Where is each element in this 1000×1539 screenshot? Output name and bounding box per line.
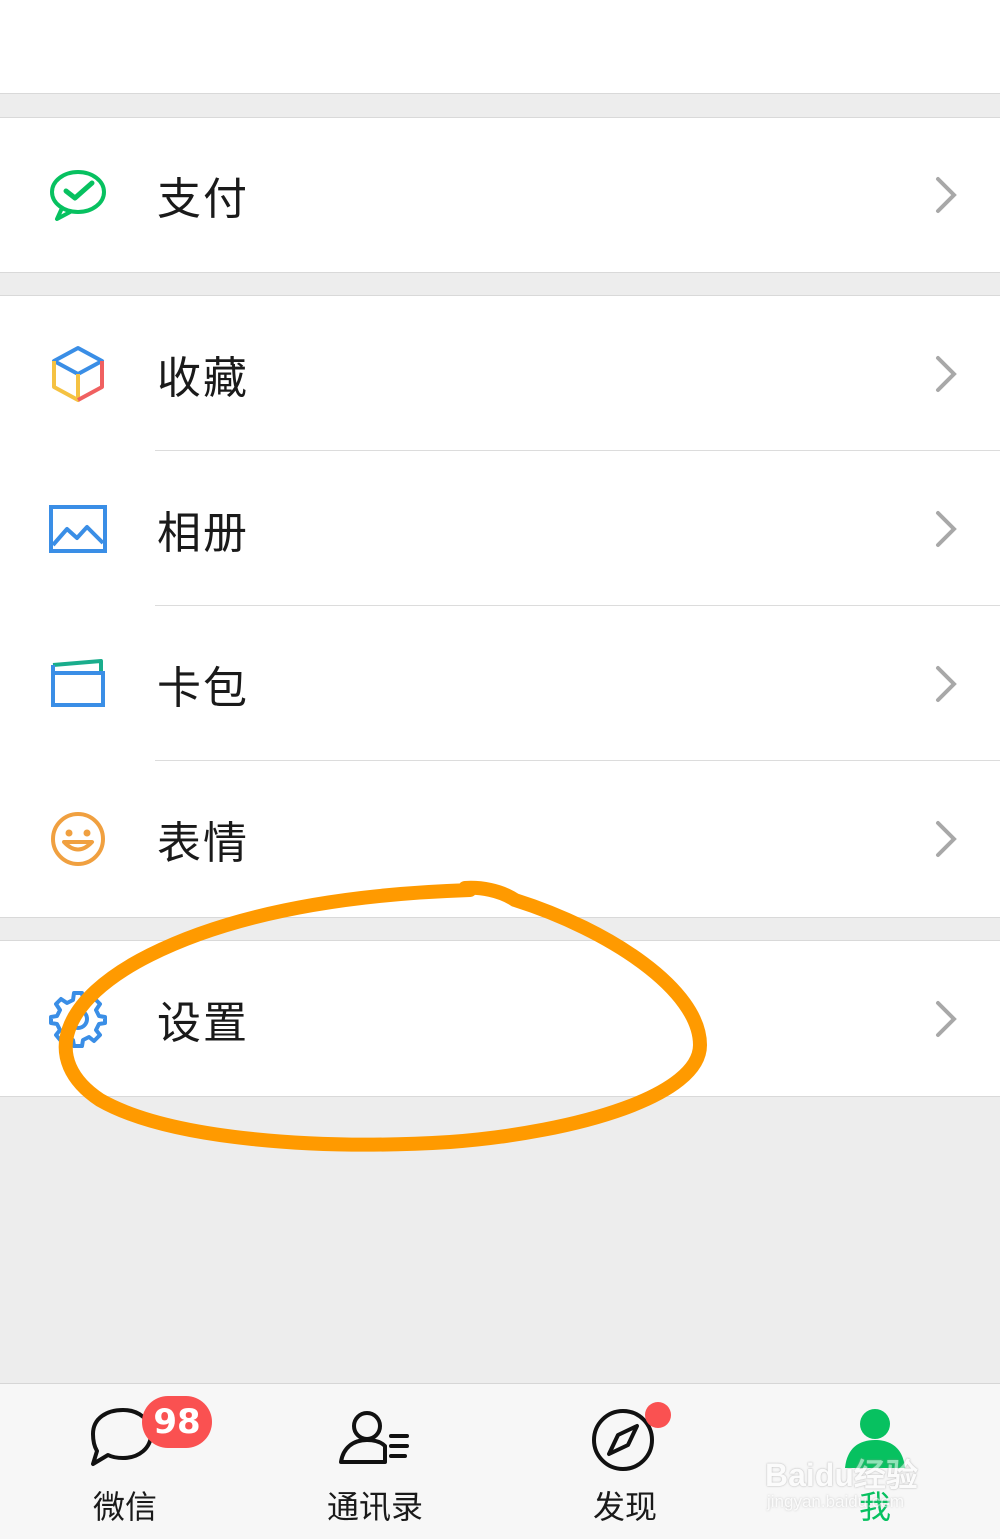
settings-group: 设置 [0, 940, 1000, 1097]
services-group: 收藏 相册 卡包 表情 [0, 295, 1000, 918]
menu-item-label: 设置 [157, 997, 249, 1049]
tab-label: 通讯录 [326, 1488, 423, 1526]
chevron-right-icon [936, 355, 957, 392]
menu-item-stickers[interactable]: 表情 [0, 761, 1000, 916]
tab-chats[interactable]: 98 微信 [0, 1384, 250, 1539]
person-icon [845, 1409, 905, 1468]
contacts-icon [339, 1411, 409, 1464]
card-wallet-icon [47, 653, 109, 715]
wechat-pay-icon [47, 164, 109, 226]
menu-item-settings[interactable]: 设置 [0, 941, 1000, 1096]
smiley-icon [47, 808, 109, 870]
bottom-tab-bar: 98 微信 通讯录 发现 我 [0, 1383, 1000, 1539]
menu-item-label: 卡包 [157, 662, 249, 714]
tab-contacts[interactable]: 通讯录 [250, 1384, 500, 1539]
top-blank-area [0, 0, 1000, 94]
chevron-right-icon [936, 177, 957, 213]
tab-label: 发现 [592, 1488, 657, 1526]
menu-item-label: 相册 [157, 507, 249, 559]
menu-item-label: 收藏 [157, 352, 249, 404]
menu-item-pay[interactable]: 支付 [0, 118, 1000, 272]
tab-me[interactable]: 我 [750, 1384, 1000, 1539]
chevron-right-icon [936, 665, 957, 702]
cube-icon [47, 343, 109, 405]
tab-discover[interactable]: 发现 [500, 1384, 750, 1539]
unread-badge: 98 [142, 1396, 212, 1448]
tab-label: 微信 [92, 1488, 157, 1526]
new-dot-badge [645, 1402, 671, 1428]
gear-icon [47, 988, 109, 1050]
tab-label: 我 [858, 1488, 891, 1526]
image-icon [47, 498, 109, 560]
menu-item-album[interactable]: 相册 [0, 451, 1000, 606]
menu-item-favorites[interactable]: 收藏 [0, 296, 1000, 451]
menu-item-label: 支付 [157, 174, 249, 225]
chevron-right-icon [936, 510, 957, 547]
pay-group: 支付 [0, 117, 1000, 273]
menu-item-label: 表情 [157, 817, 249, 869]
chevron-right-icon [936, 1000, 957, 1037]
menu-item-cards[interactable]: 卡包 [0, 606, 1000, 761]
chevron-right-icon [936, 820, 957, 857]
